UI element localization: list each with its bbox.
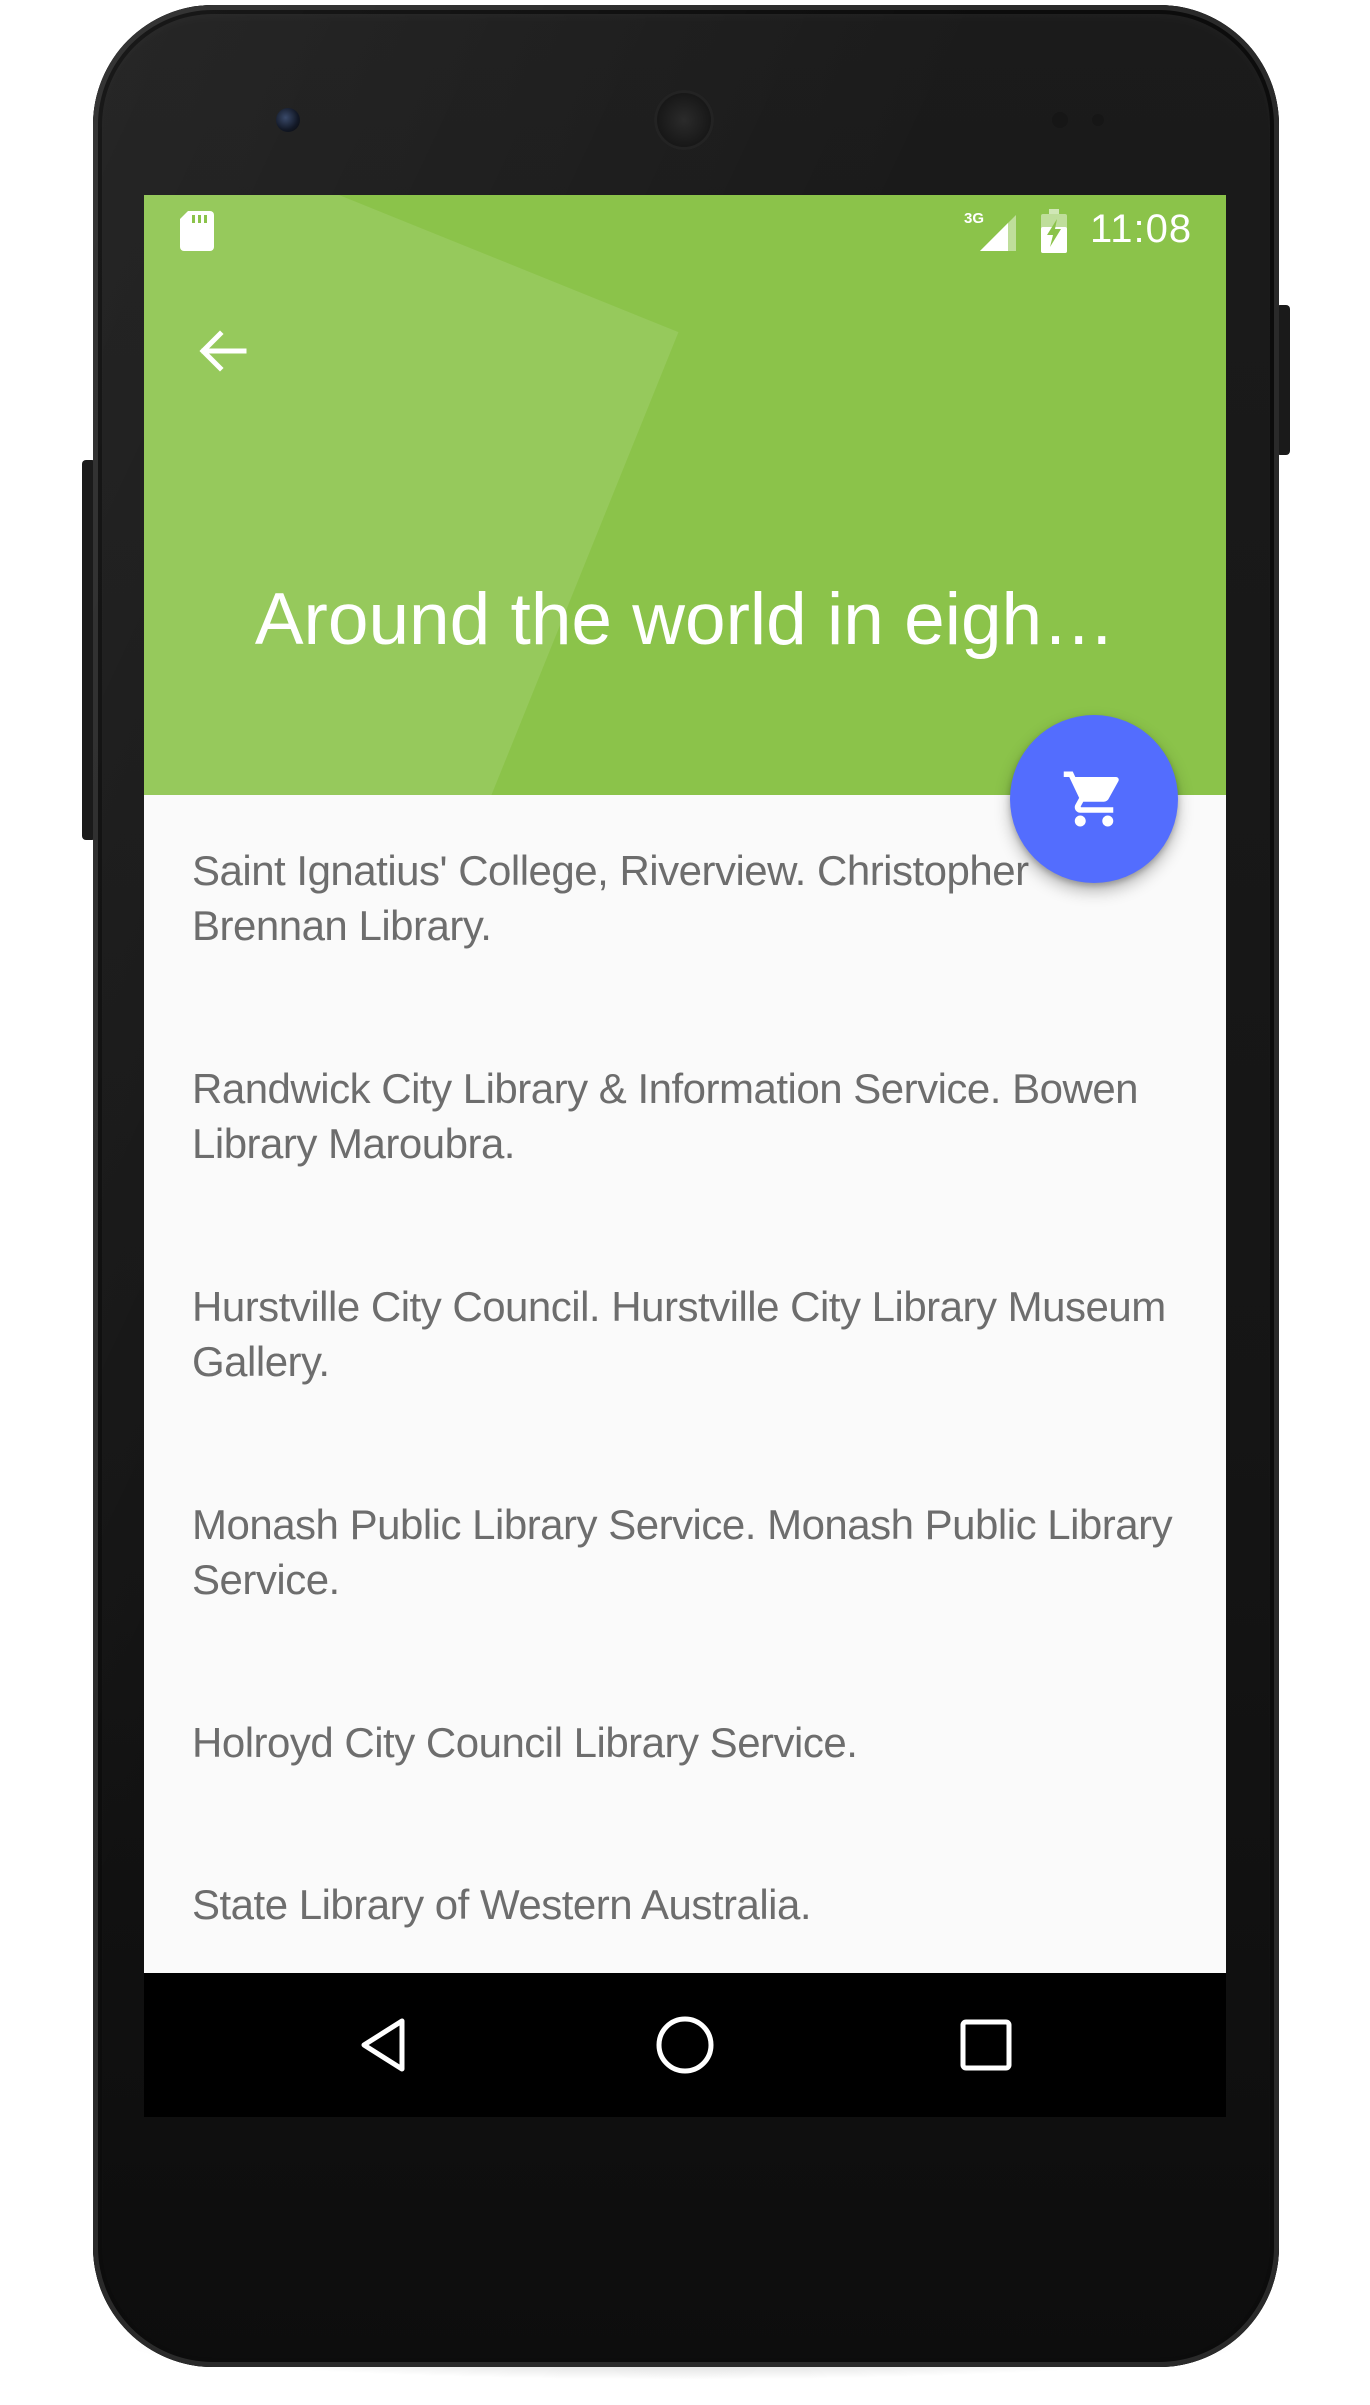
battery-charging-icon <box>1041 209 1067 253</box>
earpiece-speaker <box>654 90 714 150</box>
status-bar: 3G 11:08 <box>144 195 1226 270</box>
front-camera <box>276 108 300 132</box>
device-frame-stage: 3G 11:08 Around the world in eigh… Saint… <box>0 0 1370 2405</box>
list-item[interactable]: Monash Public Library Service. Monash Pu… <box>192 1497 1182 1607</box>
list-item[interactable]: Hurstville City Council. Hurstville City… <box>192 1279 1182 1389</box>
nav-back-button[interactable] <box>334 1995 434 2095</box>
navigation-bar <box>144 1973 1226 2117</box>
screen: 3G 11:08 Around the world in eigh… Saint… <box>144 195 1226 2117</box>
nav-home-button[interactable] <box>635 1995 735 2095</box>
cart-icon <box>1063 771 1119 827</box>
recents-nav-icon <box>960 2019 1012 2071</box>
list-item[interactable]: State Library of Western Australia. <box>192 1877 1182 1932</box>
list-item[interactable]: Saint Ignatius' College, Riverview. Chri… <box>192 843 1182 953</box>
light-sensor <box>1092 114 1104 126</box>
add-to-cart-fab[interactable] <box>1010 715 1178 883</box>
list-item[interactable]: Holroyd City Council Library Service. <box>192 1715 1182 1770</box>
back-button[interactable] <box>182 311 262 391</box>
back-nav-icon <box>361 2018 405 2072</box>
app-bar-sheen <box>144 195 679 795</box>
arrow-left-icon <box>199 330 247 372</box>
nav-recents-button[interactable] <box>936 1995 1036 2095</box>
network-type-label: 3G <box>964 210 984 227</box>
home-nav-icon <box>656 2016 714 2074</box>
app-bar: 3G 11:08 Around the world in eigh… <box>144 195 1226 795</box>
proximity-sensor <box>1052 112 1068 128</box>
list-item[interactable]: Randwick City Library & Information Serv… <box>192 1061 1182 1171</box>
sd-card-icon <box>180 211 214 251</box>
signal-3g-icon: 3G <box>964 210 1016 251</box>
page-title: Around the world in eigh… <box>254 579 1116 660</box>
status-clock: 11:08 <box>1090 207 1193 251</box>
